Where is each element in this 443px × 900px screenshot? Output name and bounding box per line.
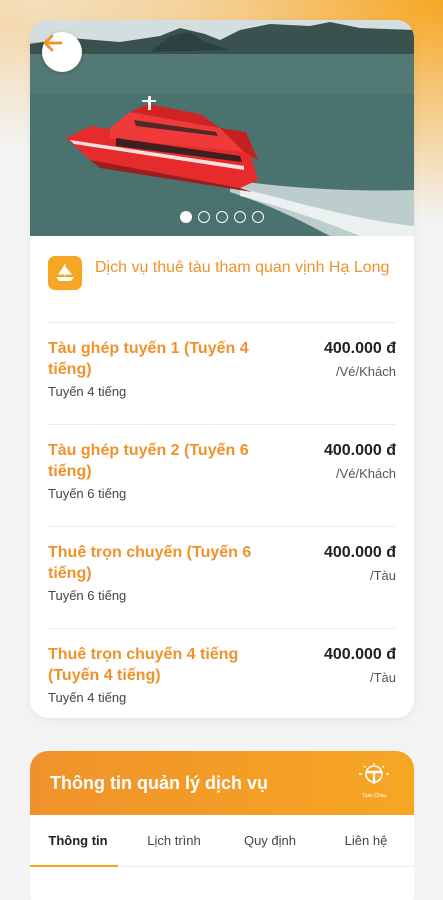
ticket-price: 400.000 đ (323, 544, 396, 561)
ticket-duration: Tuyến 4 tiếng (48, 690, 127, 705)
ticket-unit: /Tàu (369, 670, 396, 685)
tuan-chau-logo: Tuan Chau (354, 762, 394, 804)
ticket-duration: Tuyến 4 tiếng (48, 384, 127, 399)
tab-contact[interactable]: Liên hệ (318, 815, 414, 866)
boat-icon (48, 256, 82, 290)
management-header: Thông tin quản lý dịch vụ Tuan Chau (30, 751, 414, 815)
boat-photo (30, 20, 414, 236)
logo-text: Tuan Chau (361, 793, 387, 799)
ticket-duration: Tuyến 6 tiếng (48, 486, 127, 501)
service-title: Dịch vụ thuê tàu tham quan vịnh Hạ Long (95, 259, 390, 276)
service-header: Dịch vụ thuê tàu tham quan vịnh Hạ Long (30, 236, 414, 322)
carousel-dot[interactable] (198, 211, 210, 223)
ticket-price: 400.000 đ (323, 340, 396, 357)
tab-rules[interactable]: Quy định (222, 815, 318, 866)
carousel-dot[interactable] (216, 211, 228, 223)
ticket-unit: /Vé/Khách (336, 466, 396, 481)
ticket-name: Thuê trọn chuyến 4 tiếng (Tuyến 4 tiếng) (48, 646, 239, 684)
management-tabs: Thông tin Lịch trình Quy định Liên hệ (30, 815, 414, 867)
carousel-dot[interactable] (234, 211, 246, 223)
arrow-left-icon (43, 34, 63, 52)
carousel-indicator (30, 211, 414, 223)
hero-image[interactable] (30, 20, 414, 236)
ticket-item[interactable]: Tàu ghép tuyến 1 (Tuyến 4 tiếng) Tuyến 4… (48, 322, 396, 424)
ticket-item[interactable]: Tàu ghép tuyến 2 (Tuyến 6 tiếng) Tuyến 6… (48, 424, 396, 526)
ticket-price: 400.000 đ (323, 442, 396, 459)
carousel-dot[interactable] (180, 211, 192, 223)
carousel-dot[interactable] (252, 211, 264, 223)
ticket-item[interactable]: Thuê trọn chuyến (Tuyến 6 tiếng) Tuyến 6… (48, 526, 396, 628)
ticket-name: Thuê trọn chuyến (Tuyến 6 tiếng) (48, 544, 252, 582)
management-title: Thông tin quản lý dịch vụ (50, 772, 268, 793)
ticket-duration: Tuyến 6 tiếng (48, 588, 127, 603)
management-card: Thông tin quản lý dịch vụ Tuan Chau Thôn… (30, 751, 414, 900)
ticket-unit: /Tàu (369, 568, 396, 583)
tab-schedule[interactable]: Lịch trình (126, 815, 222, 866)
tab-info[interactable]: Thông tin (30, 815, 126, 866)
ticket-name: Tàu ghép tuyến 1 (Tuyến 4 tiếng) (48, 340, 249, 378)
back-button[interactable] (42, 32, 82, 72)
active-tab-indicator (30, 865, 118, 867)
ticket-unit: /Vé/Khách (336, 364, 396, 379)
ticket-item[interactable]: Thuê trọn chuyến 4 tiếng (Tuyến 4 tiếng)… (48, 628, 396, 718)
service-card: Dịch vụ thuê tàu tham quan vịnh Hạ Long … (30, 20, 414, 718)
ticket-price: 400.000 đ (323, 646, 396, 663)
ticket-list: Tàu ghép tuyến 1 (Tuyến 4 tiếng) Tuyến 4… (30, 322, 414, 718)
ticket-name: Tàu ghép tuyến 2 (Tuyến 6 tiếng) (48, 442, 249, 480)
